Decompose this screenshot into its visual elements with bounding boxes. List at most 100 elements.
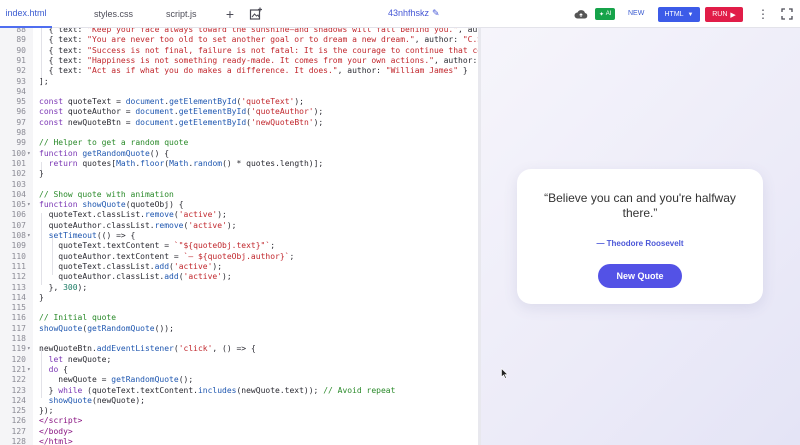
ai-button[interactable]: ✦ AI — [595, 8, 616, 20]
code-text: // Helper to get a random quote — [39, 138, 189, 148]
code-line[interactable]: 113 }, 300); — [0, 283, 478, 293]
code-line[interactable]: 116 // Initial quote — [0, 313, 478, 323]
code-line[interactable]: 127 </body> — [0, 427, 478, 437]
code-text: } while (quoteText.textContent.includes(… — [39, 385, 396, 395]
tab-index-html[interactable]: index.html — [0, 0, 52, 28]
code-line[interactable]: 96 const quoteAuthor = document.getElemen… — [0, 107, 478, 117]
code-line[interactable]: 88 { text: "Keep your face always toward… — [0, 28, 478, 35]
code-text: showQuote(newQuote); — [48, 395, 145, 405]
code-line[interactable]: 93]; — [0, 77, 478, 87]
line-number: 108 — [11, 231, 26, 240]
code-line[interactable]: 98 — [0, 128, 478, 138]
code-line[interactable]: 90 { text: "Success is not final, failur… — [0, 46, 478, 56]
fullscreen-icon[interactable] — [779, 6, 795, 22]
code-line[interactable]: 123 } while (quoteText.textContent.inclu… — [0, 386, 478, 396]
code-line[interactable]: 97 const newQuoteBtn = document.getElemen… — [0, 118, 478, 128]
code-line[interactable]: 120 let newQuote; — [0, 355, 478, 365]
fold-arrow-icon[interactable]: ▾ — [27, 231, 31, 241]
code-text: } — [39, 169, 44, 179]
tab-script-js[interactable]: script.js — [156, 0, 207, 28]
line-number: 103 — [11, 179, 26, 189]
line-number: 119 — [11, 344, 26, 354]
code-line[interactable]: 95 const quoteText = document.getElementB… — [0, 97, 478, 107]
code-line[interactable]: 110 quoteAuthor.textContent = `— ${quote… — [0, 252, 478, 262]
code-line[interactable]: 91 { text: "Happiness is not something r… — [0, 56, 478, 66]
code-line[interactable]: 105 ▾ function showQuote(quoteObj) { — [0, 200, 478, 210]
line-number: 122 — [11, 375, 26, 385]
fold-arrow-icon[interactable]: ▾ — [27, 365, 31, 375]
code-text: let newQuote; — [48, 354, 112, 364]
code-line[interactable]: 89 { text: "You are never too old to set… — [0, 35, 478, 45]
code-line[interactable]: 115 — [0, 303, 478, 313]
code-line[interactable]: 108 ▾ setTimeout(() => { — [0, 231, 478, 241]
fold-arrow-icon[interactable]: ▾ — [27, 344, 31, 354]
code-line[interactable]: 112 quoteAuthor.classList.add('active'); — [0, 272, 478, 282]
code-line[interactable]: 100 ▾ function getRandomQuote() { — [0, 149, 478, 159]
code-text: { text: "Keep your face always toward th… — [39, 28, 478, 34]
line-number: 112 — [11, 272, 26, 282]
line-number: 95 — [16, 97, 26, 107]
code-text: return quotes[Math.floor(Math.random() *… — [48, 158, 324, 168]
line-number: 110 — [11, 251, 26, 261]
line-number: 113 — [11, 282, 26, 292]
code-line[interactable]: 122 newQuote = getRandomQuote(); — [0, 375, 478, 385]
code-line[interactable]: 117 showQuote(getRandomQuote()); — [0, 324, 478, 334]
cloud-upload-icon[interactable] — [573, 6, 589, 22]
line-number: 90 — [16, 45, 26, 55]
run-button[interactable]: RUN ▶ — [705, 7, 743, 22]
line-number: 104 — [11, 189, 26, 199]
more-options-icon[interactable]: ⋮ — [755, 6, 771, 22]
code-line[interactable]: 126 </script> — [0, 416, 478, 426]
code-line[interactable]: 121 ▾ do { — [0, 365, 478, 375]
code-text: } — [39, 292, 44, 302]
code-text: setTimeout(() => { — [48, 231, 136, 240]
new-button[interactable]: NEW — [628, 10, 644, 17]
tab-styles-css[interactable]: styles.css — [84, 0, 143, 28]
add-file-icon[interactable]: + — [222, 6, 238, 22]
code-editor[interactable]: 88 { text: "Keep your face always toward… — [0, 28, 478, 445]
code-line[interactable]: 128 </html> — [0, 437, 478, 445]
code-line[interactable]: 119 ▾ newQuoteBtn.addEventListener('click'… — [0, 344, 478, 354]
line-number: 96 — [16, 107, 26, 117]
code-text: // Initial quote — [39, 313, 117, 323]
code-line[interactable]: 103 — [0, 180, 478, 190]
code-text: quoteText.textContent = `"${quoteObj.tex… — [39, 241, 276, 251]
code-line[interactable]: 114} — [0, 293, 478, 303]
line-number: 91 — [16, 55, 26, 65]
chevron-down-icon: ▼ — [687, 11, 694, 18]
code-line[interactable]: 104 // Show quote with animation — [0, 190, 478, 200]
line-number: 89 — [16, 35, 26, 45]
language-select[interactable]: HTML ▼ — [658, 7, 700, 22]
line-number: 121 — [11, 364, 26, 374]
add-image-icon[interactable] — [248, 6, 264, 22]
code-line[interactable]: 92 { text: "Act as if what you do makes … — [0, 66, 478, 76]
code-line[interactable]: 118 — [0, 334, 478, 344]
code-text: { text: "Act as if what you do makes a d… — [39, 66, 468, 76]
code-line[interactable]: 111 quoteText.classList.add('active'); — [0, 262, 478, 272]
new-quote-button[interactable]: New Quote — [598, 264, 682, 288]
code-text: function showQuote(quoteObj) { — [39, 200, 184, 210]
code-line[interactable]: 109 quoteText.textContent = `"${quoteObj… — [0, 241, 478, 251]
line-number: 115 — [11, 303, 26, 313]
code-line[interactable]: 107 quoteAuthor.classList.remove('active… — [0, 221, 478, 231]
code-text: { text: "Success is not final, failure i… — [39, 45, 478, 55]
code-text: showQuote(getRandomQuote()); — [39, 323, 174, 333]
line-number: 117 — [11, 323, 26, 333]
line-number: 128 — [11, 437, 26, 445]
code-text: </script> — [39, 416, 83, 426]
code-line[interactable]: 94 — [0, 87, 478, 97]
line-number: 114 — [11, 292, 26, 302]
code-line[interactable]: 102} — [0, 169, 478, 179]
code-line[interactable]: 124 showQuote(newQuote); — [0, 396, 478, 406]
code-line[interactable]: 106 quoteText.classList.remove('active')… — [0, 210, 478, 220]
edit-name-icon[interactable]: ✎ — [432, 8, 440, 19]
fold-arrow-icon[interactable]: ▾ — [27, 149, 31, 159]
line-number: 98 — [16, 128, 26, 137]
code-line[interactable]: 101 return quotes[Math.floor(Math.random… — [0, 159, 478, 169]
line-number: 105 — [11, 200, 26, 210]
fold-arrow-icon[interactable]: ▾ — [27, 200, 31, 210]
code-line[interactable]: 125}); — [0, 406, 478, 416]
code-text: }, 300); — [39, 282, 88, 292]
code-text: { text: "You are never too old to set an… — [39, 35, 478, 45]
code-line[interactable]: 99 // Helper to get a random quote — [0, 138, 478, 148]
